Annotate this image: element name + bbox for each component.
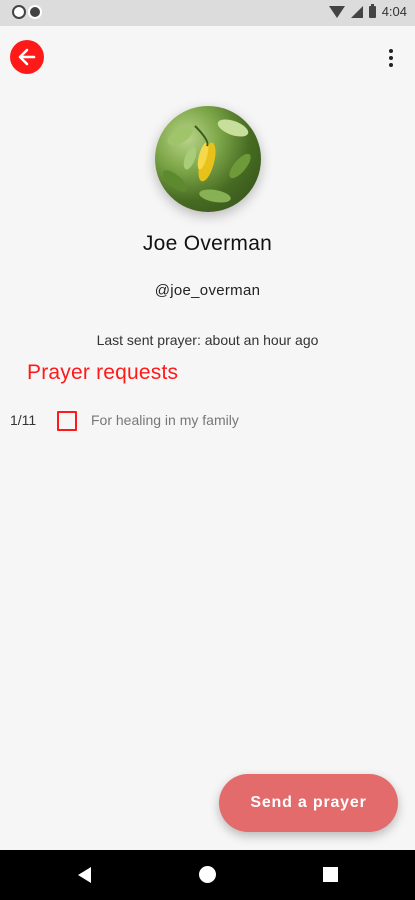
send-prayer-button[interactable]: Send a prayer [219,774,398,832]
more-options-button[interactable] [381,44,401,72]
back-button[interactable] [10,40,44,74]
more-vert-dot [389,63,393,67]
status-time: 4:04 [381,4,407,19]
signal-icon [350,5,363,18]
navigation-bar [0,850,415,900]
nav-recents-icon[interactable] [323,867,338,882]
notification-dot-icon [12,5,26,19]
status-bar: 4:04 [0,0,415,26]
list-item: 1/11 For healing in my family [0,408,415,434]
avatar-image [162,119,251,203]
nav-back-icon[interactable] [78,867,91,883]
last-sent-prayer: Last sent prayer: about an hour ago [96,332,319,348]
wifi-icon [328,5,345,18]
prayer-requests-title: Prayer requests [27,361,179,384]
more-vert-icon [389,49,393,53]
battery-icon [368,3,376,18]
request-checkbox[interactable] [57,411,77,431]
status-icons: 4:04 [328,3,407,19]
arrow-left-icon [18,48,36,66]
profile-name: Joe Overman [142,232,273,255]
more-vert-dot [389,56,393,60]
request-count: 1/11 [10,412,37,428]
profile-handle: @joe_overman [154,282,261,299]
notification-icons [12,5,42,19]
avatar [155,106,261,212]
request-text: For healing in my family [91,412,239,428]
notification-dot-icon [28,5,42,19]
nav-home-icon[interactable] [199,866,216,883]
